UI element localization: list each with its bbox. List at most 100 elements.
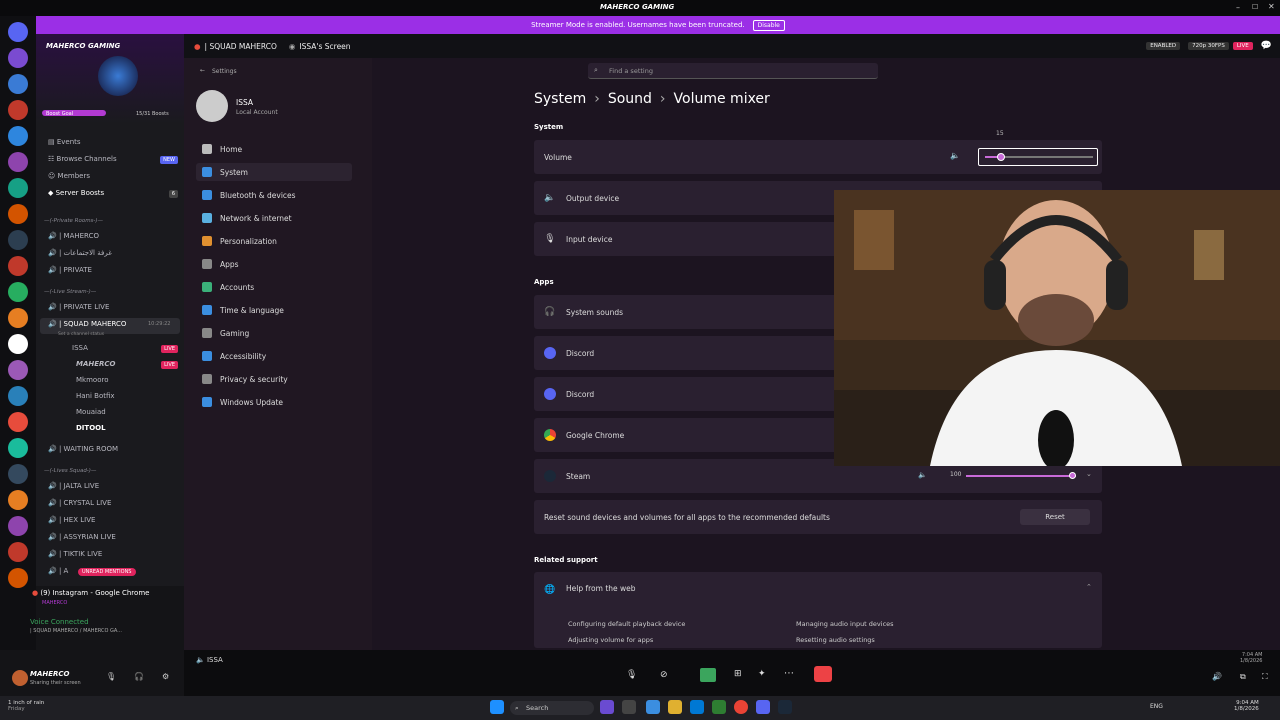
excel-icon[interactable] <box>712 700 726 714</box>
clock[interactable]: 9:04 AM 1/8/2026 <box>1234 700 1259 712</box>
nav-windows-update[interactable]: Windows Update <box>196 393 352 411</box>
voice-member[interactable]: MAHERCO <box>76 360 116 368</box>
voice-channel-path[interactable]: | SQUAD MAHERCO / MAHERCO GA... <box>30 628 122 634</box>
chevron-down-icon[interactable]: ⌄ <box>1086 470 1092 478</box>
account-avatar[interactable] <box>196 90 228 122</box>
settings-search[interactable]: ⌕ Find a setting <box>588 63 878 79</box>
disconnect-button[interactable] <box>814 666 832 682</box>
server-icon[interactable] <box>8 178 28 198</box>
edge-icon[interactable] <box>646 700 660 714</box>
voice-channel[interactable]: 🔊 | TIKTIK LIVE <box>48 550 102 558</box>
speaker-icon[interactable]: 🔈 <box>950 151 960 160</box>
store-icon[interactable] <box>690 700 704 714</box>
chrome-icon[interactable] <box>734 700 748 714</box>
close-icon[interactable]: ✕ <box>1268 2 1275 11</box>
server-icon[interactable] <box>8 48 28 68</box>
server-name[interactable]: MAHERCO GAMING <box>46 42 120 50</box>
chevron-up-icon[interactable]: ⌃ <box>1086 583 1092 591</box>
server-icon[interactable] <box>8 464 28 484</box>
help-link[interactable]: Adjusting volume for apps <box>568 636 653 644</box>
stream-screen-name[interactable]: ISSA's Screen <box>299 42 350 51</box>
breadcrumb-sound[interactable]: Sound <box>608 91 652 107</box>
nav-accounts[interactable]: Accounts <box>196 278 352 296</box>
nav-time-language[interactable]: Time & language <box>196 301 352 319</box>
server-icon[interactable] <box>8 516 28 536</box>
server-icon[interactable] <box>8 126 28 146</box>
steam-volume-slider[interactable] <box>966 475 1076 477</box>
microphone-icon[interactable]: 🎙 <box>626 670 637 680</box>
server-icon[interactable] <box>8 256 28 276</box>
server-icon[interactable] <box>8 74 28 94</box>
volume-slider-thumb[interactable] <box>997 153 1006 161</box>
browse-channels-item[interactable]: ☷ Browse Channels <box>48 155 117 163</box>
voice-channel[interactable]: 🔊 | HEX LIVE <box>48 516 95 524</box>
task-view-icon[interactable] <box>622 700 636 714</box>
unread-mentions-pill[interactable]: UNREAD MENTIONS <box>78 568 136 576</box>
chat-icon[interactable]: 💬 <box>1261 41 1272 51</box>
server-icon[interactable] <box>8 334 28 354</box>
gear-icon[interactable]: ⚙ <box>162 672 169 681</box>
nav-apps[interactable]: Apps <box>196 255 352 273</box>
steam-icon[interactable] <box>778 700 792 714</box>
voice-channel[interactable]: 🔊 | A <box>48 567 68 575</box>
maximize-icon[interactable]: ☐ <box>1252 3 1258 11</box>
nav-system[interactable]: System <box>196 163 352 181</box>
voice-member[interactable]: Mkmooro <box>76 376 108 384</box>
server-icon[interactable] <box>8 204 28 224</box>
discord-icon[interactable] <box>756 700 770 714</box>
headphones-icon[interactable]: 🎧 <box>134 672 144 681</box>
active-voice-channel[interactable]: 🔊 | SQUAD MAHERCO <box>48 320 126 328</box>
reset-button[interactable]: Reset <box>1020 509 1090 525</box>
voice-channel[interactable]: 🔊 | MAHERCO <box>48 232 99 240</box>
avatar[interactable] <box>12 670 28 686</box>
more-icon[interactable]: ⋯ <box>784 668 794 679</box>
section-header[interactable]: —(-Private Rooms-)— <box>44 218 103 224</box>
server-icon[interactable] <box>8 282 28 302</box>
activities-icon[interactable]: ⊞ <box>734 669 742 679</box>
channel-status[interactable]: Set a channel status <box>58 332 104 337</box>
volume-icon[interactable]: 🔊 <box>1212 672 1222 681</box>
voice-channel[interactable]: 🔊 | غرفة الاجتماعات <box>48 249 112 257</box>
quality-badge[interactable]: 720p 30FPS <box>1188 42 1229 50</box>
minimize-icon[interactable]: – <box>1236 3 1240 12</box>
nav-accessibility[interactable]: Accessibility <box>196 347 352 365</box>
disable-button[interactable]: Disable <box>752 19 785 31</box>
steam-slider-thumb[interactable] <box>1069 472 1076 479</box>
server-icon[interactable] <box>8 230 28 250</box>
taskbar-search[interactable]: ⌕ Search <box>510 701 594 715</box>
section-header[interactable]: —(-Lives Squad-)— <box>44 468 96 474</box>
nav-personalization[interactable]: Personalization <box>196 232 352 250</box>
breadcrumb-system[interactable]: System <box>534 91 586 107</box>
section-header[interactable]: —(-Live Stream-)— <box>44 289 96 295</box>
voice-channel[interactable]: 🔊 | WAITING ROOM <box>48 445 118 453</box>
events-item[interactable]: ▤ Events <box>48 138 81 146</box>
stream-channel[interactable]: | SQUAD MAHERCO <box>205 42 277 51</box>
screen-share-icon[interactable] <box>700 668 716 682</box>
help-link[interactable]: Resetting audio settings <box>796 636 875 644</box>
voice-channel[interactable]: 🔊 | PRIVATE LIVE <box>48 303 109 311</box>
voice-channel[interactable]: 🔊 | ASSYRIAN LIVE <box>48 533 116 541</box>
server-icon[interactable] <box>8 568 28 588</box>
language-indicator[interactable]: ENG <box>1150 703 1163 710</box>
soundboard-icon[interactable]: ✦ <box>758 669 766 679</box>
help-link[interactable]: Configuring default playback device <box>568 620 685 628</box>
volume-slider[interactable] <box>978 148 1098 166</box>
help-title[interactable]: Help from the web <box>566 584 636 593</box>
nav-home[interactable]: Home <box>196 140 352 158</box>
fullscreen-icon[interactable]: ⛶ <box>1262 672 1268 682</box>
camera-off-icon[interactable]: ⊘ <box>660 670 668 680</box>
voice-member[interactable]: ISSA <box>72 344 88 352</box>
voice-channel[interactable]: 🔊 | CRYSTAL LIVE <box>48 499 111 507</box>
nav-privacy[interactable]: Privacy & security <box>196 370 352 388</box>
activity-title[interactable]: ● (9) Instagram - Google Chrome <box>32 589 149 597</box>
nav-bluetooth[interactable]: Bluetooth & devices <box>196 186 352 204</box>
server-icon[interactable] <box>8 308 28 328</box>
microphone-icon[interactable]: 🎙 <box>106 672 116 681</box>
voice-channel[interactable]: 🔊 | PRIVATE <box>48 266 92 274</box>
speaker-icon[interactable]: 🔈 <box>918 471 927 479</box>
widgets-icon[interactable] <box>600 700 614 714</box>
voice-channel[interactable]: 🔊 | JALTA LIVE <box>48 482 99 490</box>
help-link[interactable]: Managing audio input devices <box>796 620 894 628</box>
server-boosts-item[interactable]: ◆ Server Boosts <box>48 189 104 197</box>
back-icon[interactable]: ← <box>200 67 205 74</box>
